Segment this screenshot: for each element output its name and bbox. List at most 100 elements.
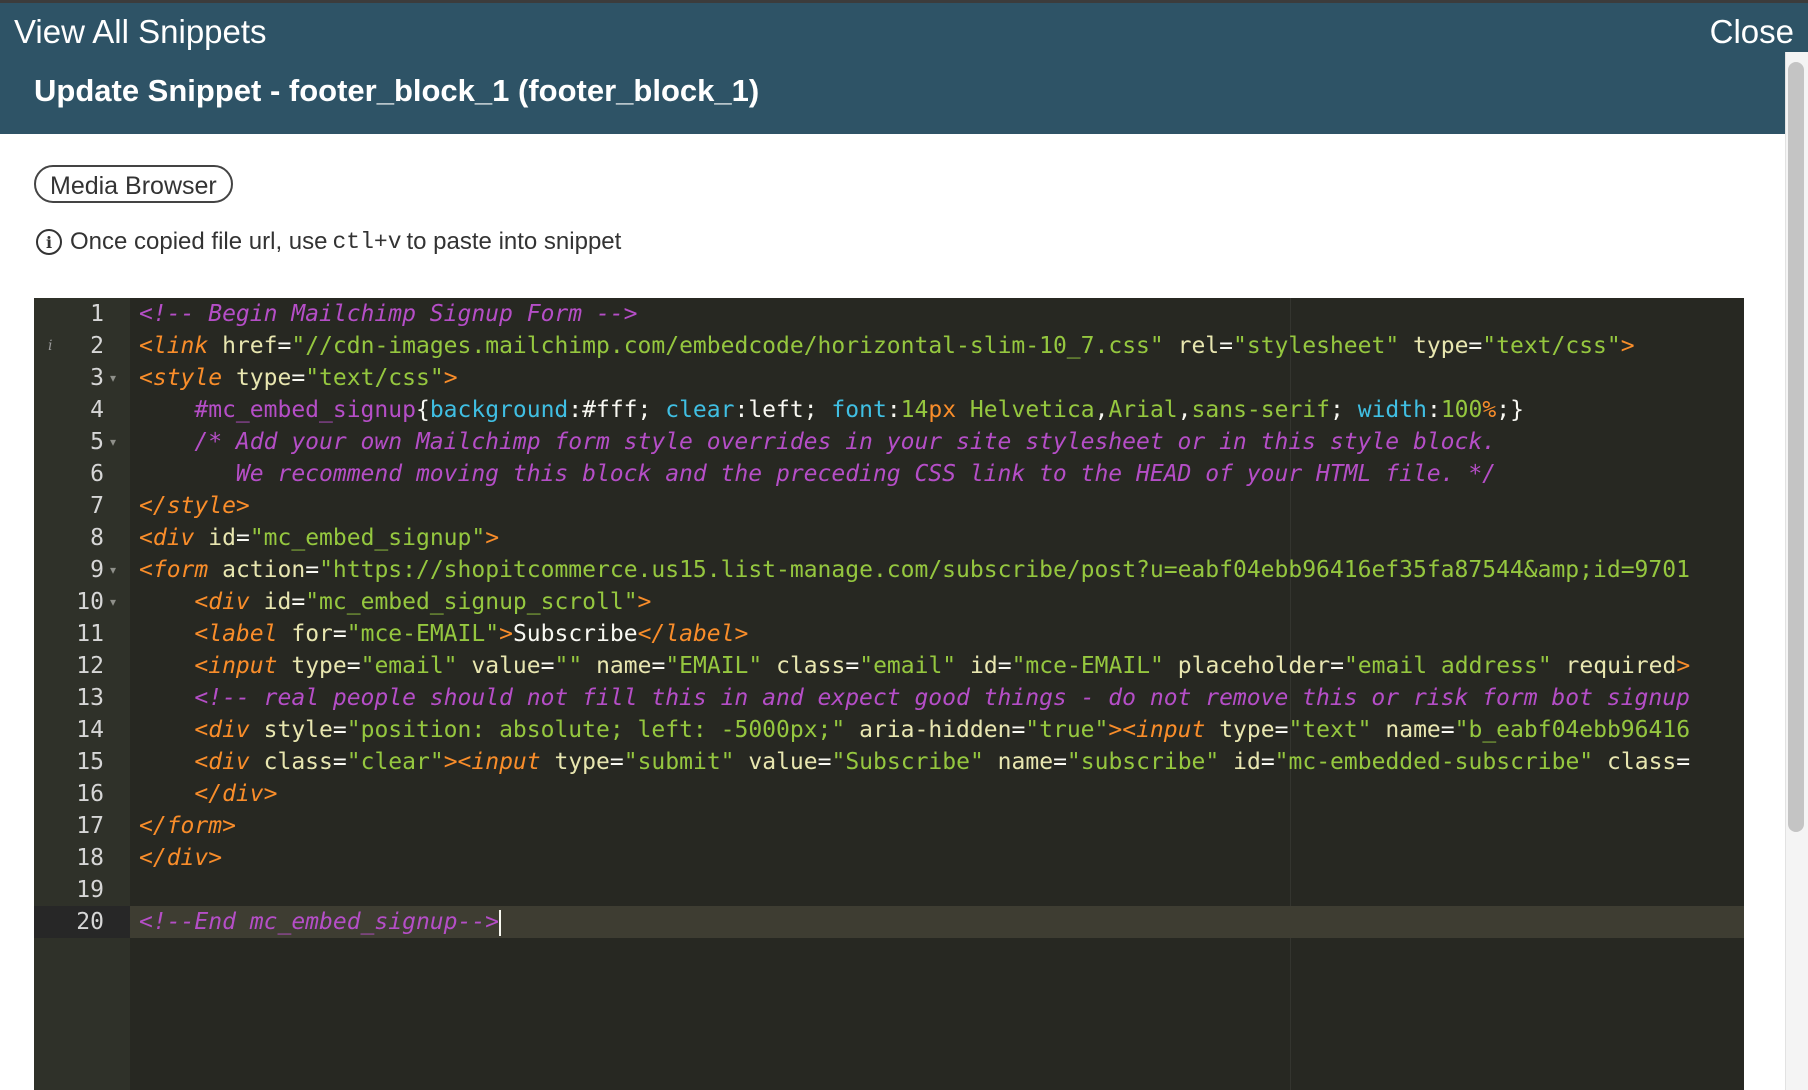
line-number: 16 (76, 781, 104, 807)
code-token: = (332, 749, 347, 775)
code-token: "//cdn-images.mailchimp.com/embedcode/ho… (291, 333, 1164, 359)
code-token: "b_eabf04ebb96416 (1454, 717, 1691, 743)
code-token: name (596, 653, 652, 679)
code-token: "mc-embedded-subscribe" (1274, 749, 1594, 775)
code-token: 100 (1440, 397, 1483, 423)
code-line[interactable]: <div id="mc_embed_signup_scroll"> (139, 586, 651, 618)
code-token: type (235, 365, 292, 391)
code-token: "text/css" (1482, 333, 1621, 359)
code-token: "https://shopitcommerce.us15.list-manage… (319, 557, 1690, 583)
line-number: 15 (76, 749, 104, 775)
code-token: "email" (859, 653, 957, 679)
page-scrollbar-thumb[interactable] (1788, 62, 1804, 832)
line-number: 6 (90, 461, 104, 487)
code-line[interactable]: <!-- Begin Mailchimp Signup Form --> (139, 298, 638, 330)
code-line[interactable]: </form> (139, 810, 236, 842)
code-token: ><input (1108, 717, 1206, 743)
code-line[interactable]: <input type="email" value="" name="EMAIL… (139, 650, 1690, 682)
close-button[interactable]: Close (1710, 13, 1794, 51)
code-token: <link (139, 333, 209, 359)
code-token: background (429, 397, 569, 423)
code-token: <label (194, 621, 278, 647)
line-number: 7 (90, 493, 104, 519)
info-icon: i (36, 229, 62, 255)
code-token: "clear" (346, 749, 444, 775)
code-token: font (831, 397, 887, 423)
view-all-snippets-link[interactable]: View All Snippets (14, 13, 267, 51)
code-token: : (886, 397, 901, 423)
code-token: "subscribe" (1066, 749, 1220, 775)
code-line[interactable]: <link href="//cdn-images.mailchimp.com/e… (139, 330, 1635, 362)
code-token: "position: absolute; left: -5000px;" (346, 717, 846, 743)
line-number: 8 (90, 525, 104, 551)
code-token: "" (554, 653, 583, 679)
code-line[interactable]: <div class="clear"><input type="submit" … (139, 746, 1690, 778)
code-line[interactable]: </div> (139, 778, 277, 810)
code-token: :left; (734, 397, 832, 423)
code-token: <div (194, 749, 250, 775)
line-number: 11 (76, 621, 104, 647)
code-token: = (235, 525, 250, 551)
code-line[interactable]: </style> (139, 490, 250, 522)
code-token: = (277, 333, 292, 359)
code-token: </form> (139, 813, 236, 839)
code-token: "email" (360, 653, 458, 679)
code-line[interactable]: <form action="https://shopitcommerce.us1… (139, 554, 1690, 586)
code-line[interactable]: <!-- real people should not fill this in… (139, 682, 1690, 714)
code-token: = (609, 749, 624, 775)
lint-info-icon[interactable]: i (48, 330, 52, 362)
line-number: 18 (76, 845, 104, 871)
code-token: <form (139, 557, 209, 583)
line-number: 13 (76, 685, 104, 711)
code-token: = (651, 653, 666, 679)
line-number: 9 (90, 557, 104, 583)
code-token: ;} (1496, 397, 1524, 423)
fold-toggle-icon[interactable]: ▾ (110, 586, 116, 618)
code-token: <style (139, 365, 223, 391)
code-token: type (1219, 717, 1275, 743)
code-line[interactable]: <div id="mc_embed_signup"> (139, 522, 499, 554)
line-number: 20 (76, 909, 104, 935)
code-token: "email address" (1343, 653, 1552, 679)
hint-text-after: to paste into snippet (406, 228, 622, 255)
code-line[interactable]: <div style="position: absolute; left: -5… (139, 714, 1690, 746)
fold-toggle-icon[interactable]: ▾ (110, 426, 116, 458)
code-token: = (291, 365, 306, 391)
code-line[interactable]: We recommend moving this block and the p… (139, 458, 1496, 490)
code-token: = (1260, 749, 1275, 775)
code-line[interactable]: <style type="text/css"> (139, 362, 458, 394)
code-token: <div (139, 525, 195, 551)
code-line[interactable]: #mc_embed_signup{background:#fff; clear:… (139, 394, 1524, 426)
line-number: 3 (90, 365, 104, 391)
code-token: "true" (1025, 717, 1109, 743)
code-token: > (443, 365, 458, 391)
fold-toggle-icon[interactable]: ▾ (110, 554, 116, 586)
code-token: "text" (1288, 717, 1372, 743)
code-token: > (499, 621, 513, 647)
code-token: , (1177, 397, 1192, 423)
code-line[interactable]: </div> (139, 842, 222, 874)
code-token: "mce-EMAIL" (346, 621, 500, 647)
media-browser-button[interactable]: Media Browser (34, 165, 233, 203)
code-token: = (1330, 653, 1344, 679)
code-line[interactable]: /* Add your own Mailchimp form style ove… (139, 426, 1496, 458)
code-token: <div (194, 717, 250, 743)
code-token: = (332, 621, 347, 647)
code-token: value (471, 653, 541, 679)
code-line[interactable]: <label for="mce-EMAIL">Subscribe</label> (139, 618, 748, 650)
code-token: placeholder (1177, 653, 1331, 679)
code-line[interactable]: <!--End mc_embed_signup--> (139, 906, 502, 938)
code-editor[interactable]: 1 <!-- Begin Mailchimp Signup Form --> 2 i <… (34, 298, 1744, 1090)
code-token: = (1440, 717, 1455, 743)
fold-toggle-icon[interactable]: ▾ (110, 362, 116, 394)
